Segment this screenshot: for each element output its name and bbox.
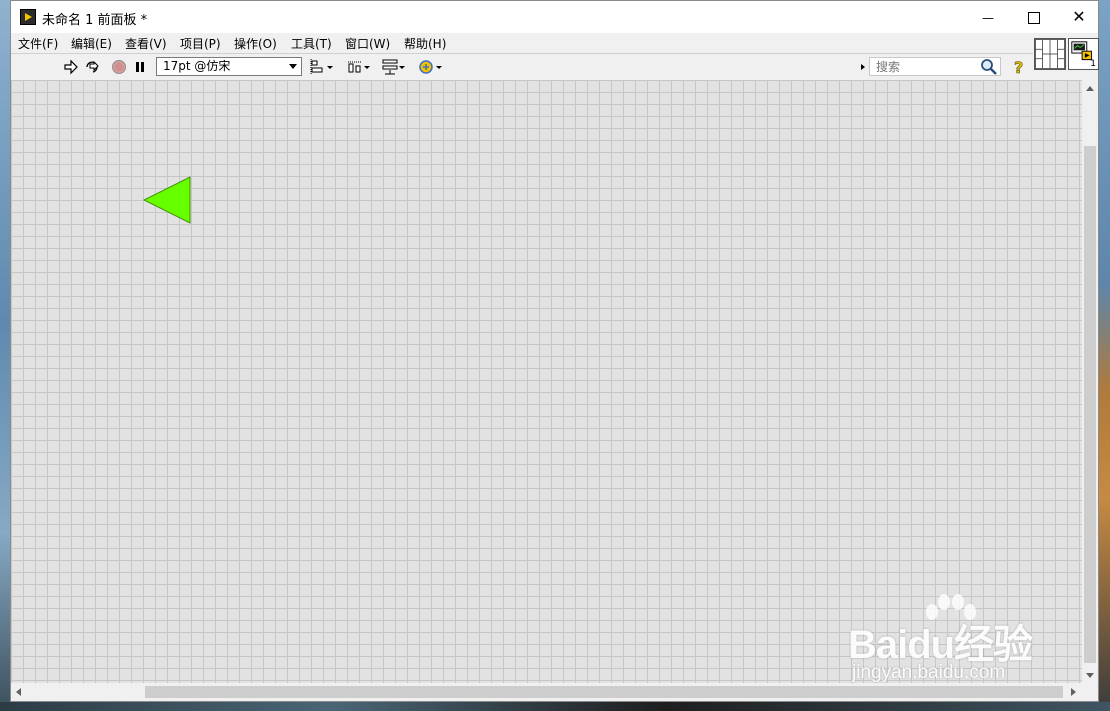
scroll-up-icon[interactable] [1086,86,1094,91]
menu-help[interactable]: 帮助(H) [402,35,448,52]
menu-bar: 文件(F) 编辑(E) 查看(V) 项目(P) 操作(O) 工具(T) 窗口(W… [11,33,1033,53]
window-title: 未命名 1 前面板 * [42,13,148,28]
menu-file[interactable]: 文件(F) [16,35,60,52]
front-panel-canvas[interactable] [11,80,1082,683]
search-input[interactable] [870,58,976,75]
vi-icon[interactable]: 1 [1068,38,1099,70]
minimize-icon: — [982,11,994,25]
triangle-left-icon [143,176,191,224]
close-button[interactable]: ✕ [1056,1,1102,33]
menu-operate[interactable]: 操作(O) [232,35,279,52]
vi-icon-number: 1 [1090,59,1096,69]
svg-text:?: ? [1014,58,1023,76]
run-continuously-icon[interactable] [84,59,102,75]
maximize-icon [1028,11,1040,24]
abort-execution-icon[interactable] [111,59,127,75]
boolean-indicator-triangle[interactable] [143,176,191,224]
scroll-down-icon[interactable] [1086,673,1094,678]
search-icon[interactable] [980,58,998,76]
text-settings-dropdown[interactable]: 17pt @仿宋 [156,57,302,76]
search-expand-icon[interactable] [861,64,865,70]
scrollbar-corner [1082,683,1098,701]
menu-project[interactable]: 项目(P) [178,35,223,52]
front-panel-window: 未命名 1 前面板 * — ✕ 文件(F) 编辑(E) 查看(V) 项目(P) … [10,0,1099,702]
minimize-button[interactable]: — [965,1,1011,33]
desktop-background-left [0,0,10,711]
desktop-background-right [1099,0,1110,711]
chevron-down-icon [289,64,297,69]
title-bar[interactable]: 未命名 1 前面板 * — ✕ [11,1,1098,33]
labview-app-icon[interactable] [20,9,36,25]
context-help-icon[interactable]: ? [1012,58,1026,76]
toolbar: 17pt @仿宋 搜索 ? [11,53,1033,81]
pause-icon[interactable] [134,60,146,74]
menu-window[interactable]: 窗口(W) [343,35,392,52]
reorder-objects-icon[interactable] [418,58,446,76]
scroll-left-icon[interactable] [16,688,21,696]
align-objects-icon[interactable] [309,58,337,76]
menu-view[interactable]: 查看(V) [123,35,169,52]
resize-objects-icon[interactable] [381,58,409,76]
vertical-scrollbar[interactable] [1082,80,1098,683]
distribute-objects-icon[interactable] [346,58,374,76]
run-arrow-icon[interactable] [63,59,79,75]
desktop-background-bottom [0,702,1110,711]
vertical-scroll-thumb[interactable] [1084,146,1096,663]
maximize-button[interactable] [1011,1,1057,33]
menu-tools[interactable]: 工具(T) [289,35,334,52]
horizontal-scroll-thumb[interactable] [145,686,1063,698]
scroll-right-icon[interactable] [1071,688,1076,696]
menu-edit[interactable]: 编辑(E) [69,35,114,52]
text-settings-value: 17pt @仿宋 [163,59,231,73]
close-icon: ✕ [1072,7,1086,26]
horizontal-scrollbar[interactable] [11,683,1082,701]
connector-pane-icon[interactable] [1034,38,1066,70]
